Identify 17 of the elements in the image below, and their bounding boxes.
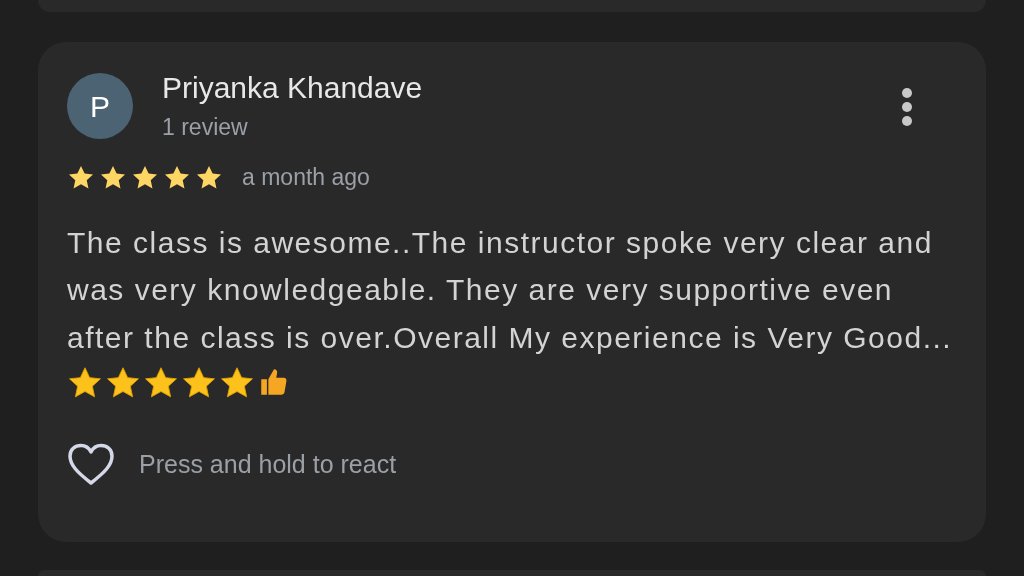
author-name[interactable]: Priyanka Khandave xyxy=(162,70,423,106)
review-count: 1 review xyxy=(162,113,249,142)
avatar[interactable]: P xyxy=(67,73,133,139)
star-icon xyxy=(67,164,95,191)
react-hint: Press and hold to react xyxy=(139,448,397,480)
star-emoji-icon xyxy=(181,365,217,399)
heart-icon[interactable] xyxy=(67,442,115,487)
star-icon xyxy=(163,164,191,191)
star-icon xyxy=(195,164,223,191)
star-emoji-icon xyxy=(67,365,103,399)
review-text: The class is awesome..The instructor spoke very clear and was very knowledgeable. They are very supportive even after the class is over.Overall My experience is Very Good... xyxy=(67,225,953,354)
star-emoji-icon xyxy=(105,365,141,399)
star-icon xyxy=(99,164,127,191)
star-emoji-icon xyxy=(143,365,179,399)
star-emoji-icon xyxy=(219,365,255,399)
star-icon xyxy=(131,164,159,191)
review-time: a month ago xyxy=(242,163,370,192)
